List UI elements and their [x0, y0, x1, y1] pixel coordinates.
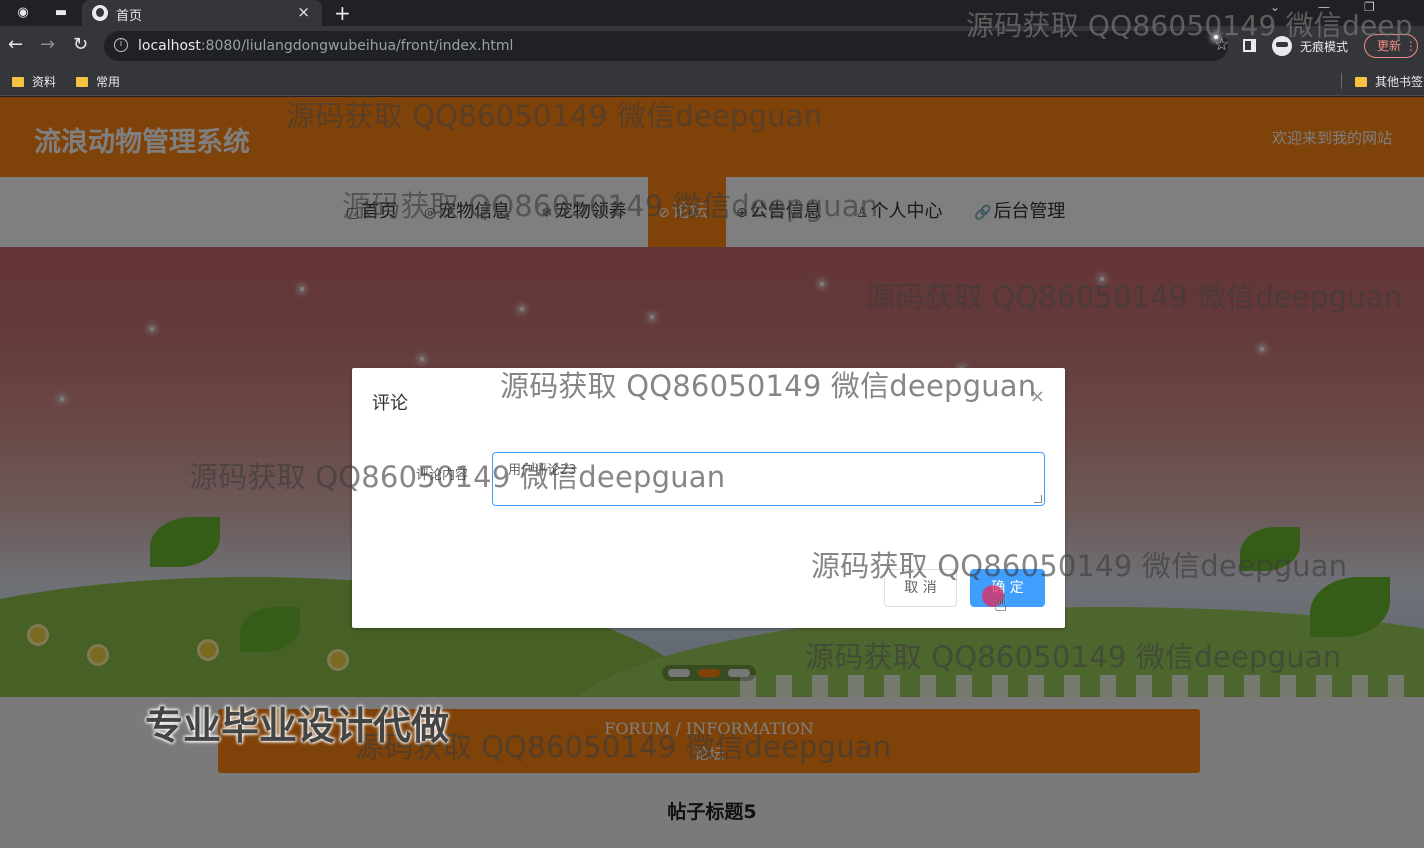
url-text: localhost:8080/liulangdongwubeihua/front…	[138, 38, 514, 54]
reload-icon[interactable]: ↻	[73, 35, 88, 55]
comment-textarea[interactable]: 用户评论23	[492, 452, 1045, 506]
incognito-icon[interactable]	[1272, 36, 1292, 56]
info-icon[interactable]: i	[114, 38, 128, 52]
globe-icon	[92, 5, 108, 21]
star-icon[interactable]: ☆	[1214, 35, 1229, 55]
address-bar[interactable]: i localhost:8080/liulangdongwubeihua/fro…	[104, 31, 1229, 61]
browser-tab-strip: ◉ ▬ 首页 × + ⌄ — ❐	[0, 0, 1424, 26]
other-bookmarks[interactable]: 其他书签	[1355, 73, 1423, 90]
comment-dialog: 评论 × 评论内容 用户评论23 取 消 确 定 ☝	[352, 368, 1065, 628]
comment-text: 用户评论23	[508, 463, 577, 478]
browser-toolbar: ← → ↻ i localhost:8080/liulangdongwubeih…	[0, 26, 1424, 66]
cancel-button[interactable]: 取 消	[884, 569, 957, 607]
folder-icon	[1355, 77, 1367, 87]
globe-icon[interactable]: ◉	[14, 4, 32, 22]
folder-icon	[76, 77, 88, 87]
tab-title: 首页	[116, 9, 143, 24]
minimize-icon[interactable]: —	[1318, 0, 1330, 14]
dialog-title: 评论	[372, 393, 408, 414]
folder-icon	[12, 77, 24, 87]
browser-tab-active[interactable]: 首页 ×	[82, 0, 322, 26]
window-icon[interactable]: ▬	[52, 4, 70, 22]
promo-watermark: 专业毕业设计代做	[145, 704, 450, 748]
bookmarks-bar: 资料 常用 其他书签	[0, 66, 1424, 96]
incognito-label: 无痕模式	[1300, 40, 1349, 54]
close-icon[interactable]: ×	[1030, 386, 1045, 407]
confirm-button[interactable]: 确 定	[970, 569, 1045, 607]
hand-cursor-icon: ☝	[994, 592, 1008, 617]
comment-content-label: 评论内容	[416, 468, 469, 483]
side-panel-icon[interactable]	[1243, 39, 1256, 52]
bookmark-folder-ziliao[interactable]: 资料	[12, 73, 56, 90]
resize-handle[interactable]	[1034, 495, 1042, 503]
back-icon[interactable]: ←	[8, 35, 23, 55]
close-tab-icon[interactable]: ×	[297, 3, 310, 21]
new-tab-button[interactable]: +	[334, 1, 351, 25]
chevron-down-icon[interactable]: ⌄	[1270, 0, 1280, 14]
bookmark-separator	[1341, 73, 1342, 89]
restore-icon[interactable]: ❐	[1364, 0, 1375, 14]
forward-icon[interactable]: →	[40, 35, 55, 55]
update-button[interactable]: 更新 ⋮	[1364, 34, 1418, 58]
bookmark-folder-changyong[interactable]: 常用	[76, 73, 120, 90]
